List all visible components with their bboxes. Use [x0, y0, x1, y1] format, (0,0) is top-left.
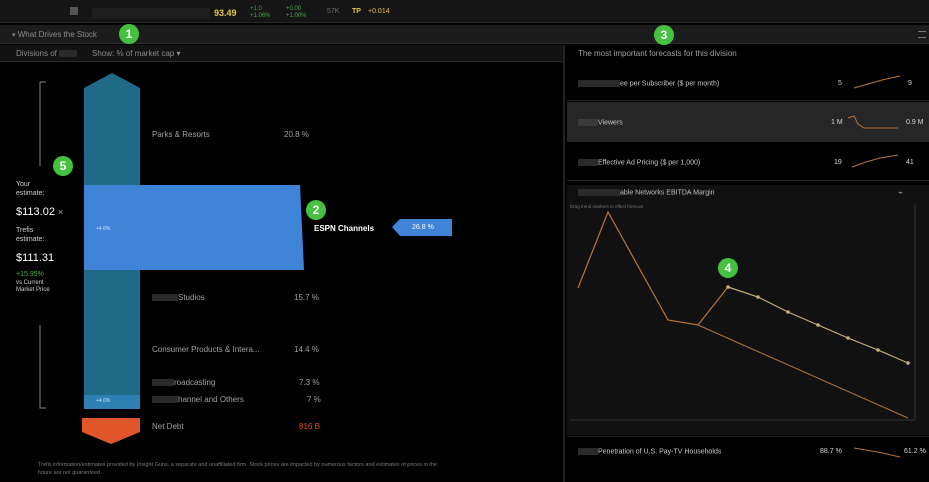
section-title[interactable]: ▾ What Drives the Stock — [12, 30, 97, 39]
forecast-start-ad-pricing: 19 — [834, 159, 842, 166]
ticker-icon: TP — [352, 8, 361, 15]
chevron-down-icon[interactable]: ▾ — [12, 32, 16, 39]
division-bars — [82, 73, 304, 444]
division-label-net-debt[interactable]: Net Debt — [152, 422, 184, 431]
sparkline-penetration — [853, 447, 901, 458]
forecast-label-ad-pricing[interactable]: Effective Ad Pricing ($ per 1,000) — [578, 159, 700, 166]
broadcasting-bar — [84, 373, 140, 395]
panel-divider — [563, 45, 565, 482]
difference-value: +15.95% — [16, 271, 44, 278]
forecast-start-subscriber: 5 — [838, 80, 842, 87]
forecast-end-subscriber: 9 — [908, 80, 912, 87]
panel-menu-icon[interactable] — [918, 31, 926, 38]
trend-markers — [726, 285, 910, 365]
sparkline-subscriber — [853, 75, 901, 89]
channel-others-bar — [84, 395, 140, 409]
callout-badge-2: 2 — [306, 200, 326, 220]
difference-label: vs Current Market Price — [16, 280, 50, 293]
show-dropdown[interactable]: Show: % of market cap ▾ — [92, 49, 181, 58]
ticker-symbol — [92, 8, 210, 18]
division-pct-consumer: 14.4 % — [294, 345, 319, 354]
division-pct-espn: 26.8 % — [412, 224, 434, 231]
division-pct-broadcasting: 7.3 % — [299, 378, 320, 387]
divisions-label: Divisions of — [16, 49, 78, 58]
division-label-broadcasting[interactable]: roadcasting — [152, 378, 215, 387]
division-pct-parks: 20.8 % — [284, 130, 309, 139]
ticker-value: +0.014 — [368, 8, 390, 15]
division-value-net-debt: 816 B — [299, 422, 320, 431]
others-bar-note: +4.6% — [96, 398, 111, 404]
forecast-label-subscriber[interactable]: ee per Subscriber ($ per month) — [578, 80, 719, 87]
division-label-espn[interactable]: ESPN Channels — [314, 224, 374, 233]
forecast-end-ad-pricing: 41 — [906, 159, 914, 166]
espn-bar — [84, 185, 304, 270]
estimate-bracket — [39, 81, 46, 409]
callout-badge-3: 3 — [654, 25, 674, 45]
callout-badge-4: 4 — [718, 258, 738, 278]
divisions-bar — [0, 45, 563, 62]
studios-bar — [84, 270, 140, 330]
section-header[interactable] — [0, 25, 929, 44]
row-divider — [567, 180, 929, 181]
net-debt-bar — [82, 418, 140, 444]
volume: 57K — [327, 8, 340, 15]
division-label-others[interactable]: hannel and Others — [152, 395, 244, 404]
price-value: 93.49 — [214, 8, 237, 18]
trefis-estimate-label: Trefis estimate: — [16, 227, 45, 243]
forecasts-header: The most important forecasts for this di… — [578, 49, 737, 58]
forecast-end-penetration: 61.2 % — [904, 448, 926, 455]
ebitda-chart[interactable] — [570, 200, 920, 432]
consumer-products-bar — [84, 330, 140, 373]
division-label-parks[interactable]: Parks & Resorts — [152, 130, 210, 139]
division-label-consumer[interactable]: Consumer Products & Intera... — [152, 345, 260, 354]
your-estimate-label: Your estimate: — [16, 181, 45, 197]
forecast-label-penetration[interactable]: Penetration of U.S. Pay-TV Households — [578, 448, 721, 455]
sparkline-viewers — [847, 115, 898, 129]
espn-bar-note: +4.6% — [96, 226, 111, 232]
baseline-trend-line — [697, 324, 909, 419]
chart-title: able Networks EBITDA Margin — [578, 189, 715, 196]
menu-icon[interactable] — [70, 7, 78, 15]
division-label-studios[interactable]: Studios — [152, 293, 205, 302]
trefis-estimate-value: $111.31 — [16, 252, 55, 264]
division-pct-studios: 15.7 % — [294, 293, 319, 302]
disclaimer-footnote: Trefis information/estimates provided by… — [38, 462, 437, 476]
parks-resorts-bar — [84, 73, 140, 185]
chevron-down-icon: ▾ — [176, 49, 181, 58]
close-icon[interactable]: × — [58, 207, 63, 217]
trend-icon[interactable]: ⌁ — [898, 188, 903, 197]
row-divider — [567, 100, 929, 101]
forecast-end-viewers: 0.9 M — [906, 119, 924, 126]
historical-line — [577, 210, 729, 326]
price-change-alt: +0.00 +1.00% — [286, 6, 307, 19]
price-change: +1.0 +1.06% — [250, 6, 271, 19]
forecast-start-penetration: 88.7 % — [820, 448, 842, 455]
your-estimate-value[interactable]: $113.02 × — [16, 206, 63, 218]
division-pct-others: 7 % — [307, 395, 321, 404]
callout-badge-1: 1 — [119, 24, 139, 44]
forecast-start-viewers: 1 M — [831, 119, 843, 126]
callout-badge-5: 5 — [53, 156, 73, 176]
row-divider — [567, 436, 929, 437]
forecast-label-viewers[interactable]: Viewers — [578, 119, 623, 126]
sparkline-ad-pricing — [851, 154, 899, 168]
